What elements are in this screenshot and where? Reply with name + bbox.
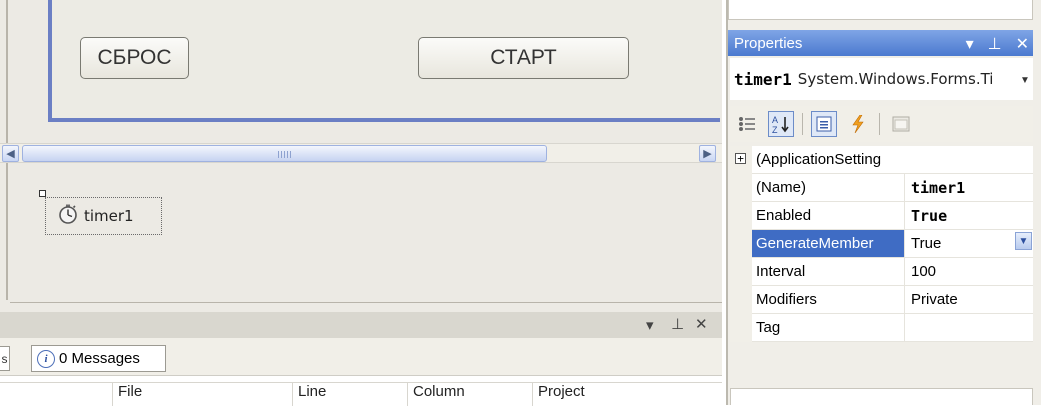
reset-button[interactable]: СБРОС — [80, 37, 189, 79]
selection-handle[interactable] — [39, 190, 46, 197]
properties-icon[interactable] — [811, 111, 837, 137]
scroll-right-icon[interactable]: ▶ — [699, 145, 716, 162]
properties-bottom-panel — [730, 388, 1033, 405]
pin-icon[interactable]: ⊥ — [671, 315, 684, 333]
stopwatch-icon — [58, 204, 78, 228]
window-menu-icon[interactable]: ▾ — [966, 34, 974, 53]
property-value[interactable]: 100 — [905, 258, 1033, 286]
row-gutter — [730, 174, 752, 202]
chevron-down-icon[interactable]: ▼ — [1018, 73, 1032, 87]
property-row-enabled[interactable]: Enabled True — [730, 202, 1033, 230]
properties-toolbar: A Z — [730, 106, 1033, 142]
object-name: timer1 — [734, 69, 792, 89]
property-value[interactable]: Private — [905, 286, 1033, 314]
column-column[interactable]: Column — [407, 383, 532, 406]
property-pages-icon[interactable] — [888, 111, 914, 137]
property-row-tag[interactable]: Tag — [730, 314, 1033, 342]
property-value[interactable]: True — [905, 202, 1033, 230]
row-gutter — [730, 314, 752, 342]
property-row-generatemember[interactable]: GenerateMember True — [730, 230, 1033, 258]
messages-label: 0 Messages — [59, 350, 140, 367]
pin-icon[interactable]: ⊥ — [988, 34, 1002, 53]
categorized-icon[interactable] — [734, 111, 760, 137]
scrollbar-thumb[interactable] — [22, 145, 547, 162]
object-type: System.Windows.Forms.Ti — [797, 70, 994, 88]
events-icon[interactable] — [845, 111, 871, 137]
messages-filter-button[interactable]: i 0 Messages — [31, 345, 166, 372]
property-name: Modifiers — [752, 286, 905, 314]
close-icon[interactable]: ✕ — [1016, 34, 1029, 53]
svg-text:A: A — [772, 115, 778, 125]
alphabetical-icon[interactable]: A Z — [768, 111, 794, 137]
info-icon: i — [37, 349, 55, 368]
property-name: Enabled — [752, 202, 905, 230]
panel-menu-icon[interactable]: ▾ — [646, 316, 654, 334]
toolbar-separator — [879, 113, 880, 135]
close-icon[interactable]: ✕ — [695, 315, 708, 333]
property-name: Tag — [752, 314, 905, 342]
row-gutter — [730, 202, 752, 230]
svg-text:Z: Z — [772, 125, 778, 134]
property-value[interactable]: True — [905, 230, 1033, 258]
timer-component[interactable]: timer1 — [45, 197, 162, 235]
designer-divider — [10, 302, 722, 303]
chevron-down-icon[interactable]: ▼ — [1015, 232, 1032, 250]
properties-title-controls: ▾ ⊥ ✕ — [953, 30, 1033, 56]
properties-top-strip — [728, 0, 1033, 20]
timer-label: timer1 — [84, 207, 134, 225]
expand-icon[interactable]: + — [735, 153, 746, 164]
error-list-header: ▾ ⊥ ✕ — [0, 312, 722, 338]
object-selector[interactable]: timer1 System.Windows.Forms.Ti — [730, 58, 1033, 100]
error-list-column-headers: File Line Column Project — [0, 382, 722, 406]
property-row-interval[interactable]: Interval 100 — [730, 258, 1033, 286]
horizontal-scrollbar[interactable]: ◀ ▶ — [0, 143, 722, 163]
property-row-name[interactable]: (Name) timer1 — [730, 174, 1033, 202]
column-project[interactable]: Project — [532, 383, 722, 406]
property-name: (Name) — [752, 174, 905, 202]
toolbar-separator — [802, 113, 803, 135]
row-gutter — [730, 258, 752, 286]
category-row[interactable]: + (ApplicationSetting — [730, 146, 1033, 174]
property-row-modifiers[interactable]: Modifiers Private — [730, 286, 1033, 314]
warnings-filter-button[interactable]: s — [0, 346, 10, 371]
property-name: GenerateMember — [752, 230, 905, 258]
row-gutter — [730, 230, 752, 258]
scroll-left-icon[interactable]: ◀ — [2, 145, 19, 162]
property-description-pane — [730, 342, 1033, 387]
column-line[interactable]: Line — [292, 383, 407, 406]
property-value[interactable]: timer1 — [905, 174, 1033, 202]
property-value[interactable] — [905, 314, 1033, 342]
properties-title: Properties — [734, 34, 803, 52]
column-file[interactable]: File — [112, 383, 292, 406]
category-label: (ApplicationSetting — [752, 146, 1033, 174]
scroll-grip — [278, 151, 292, 158]
property-name: Interval — [752, 258, 905, 286]
start-button[interactable]: СТАРТ — [418, 37, 629, 79]
property-grid: + (ApplicationSetting (Name) timer1 Enab… — [730, 146, 1033, 342]
row-gutter — [730, 286, 752, 314]
